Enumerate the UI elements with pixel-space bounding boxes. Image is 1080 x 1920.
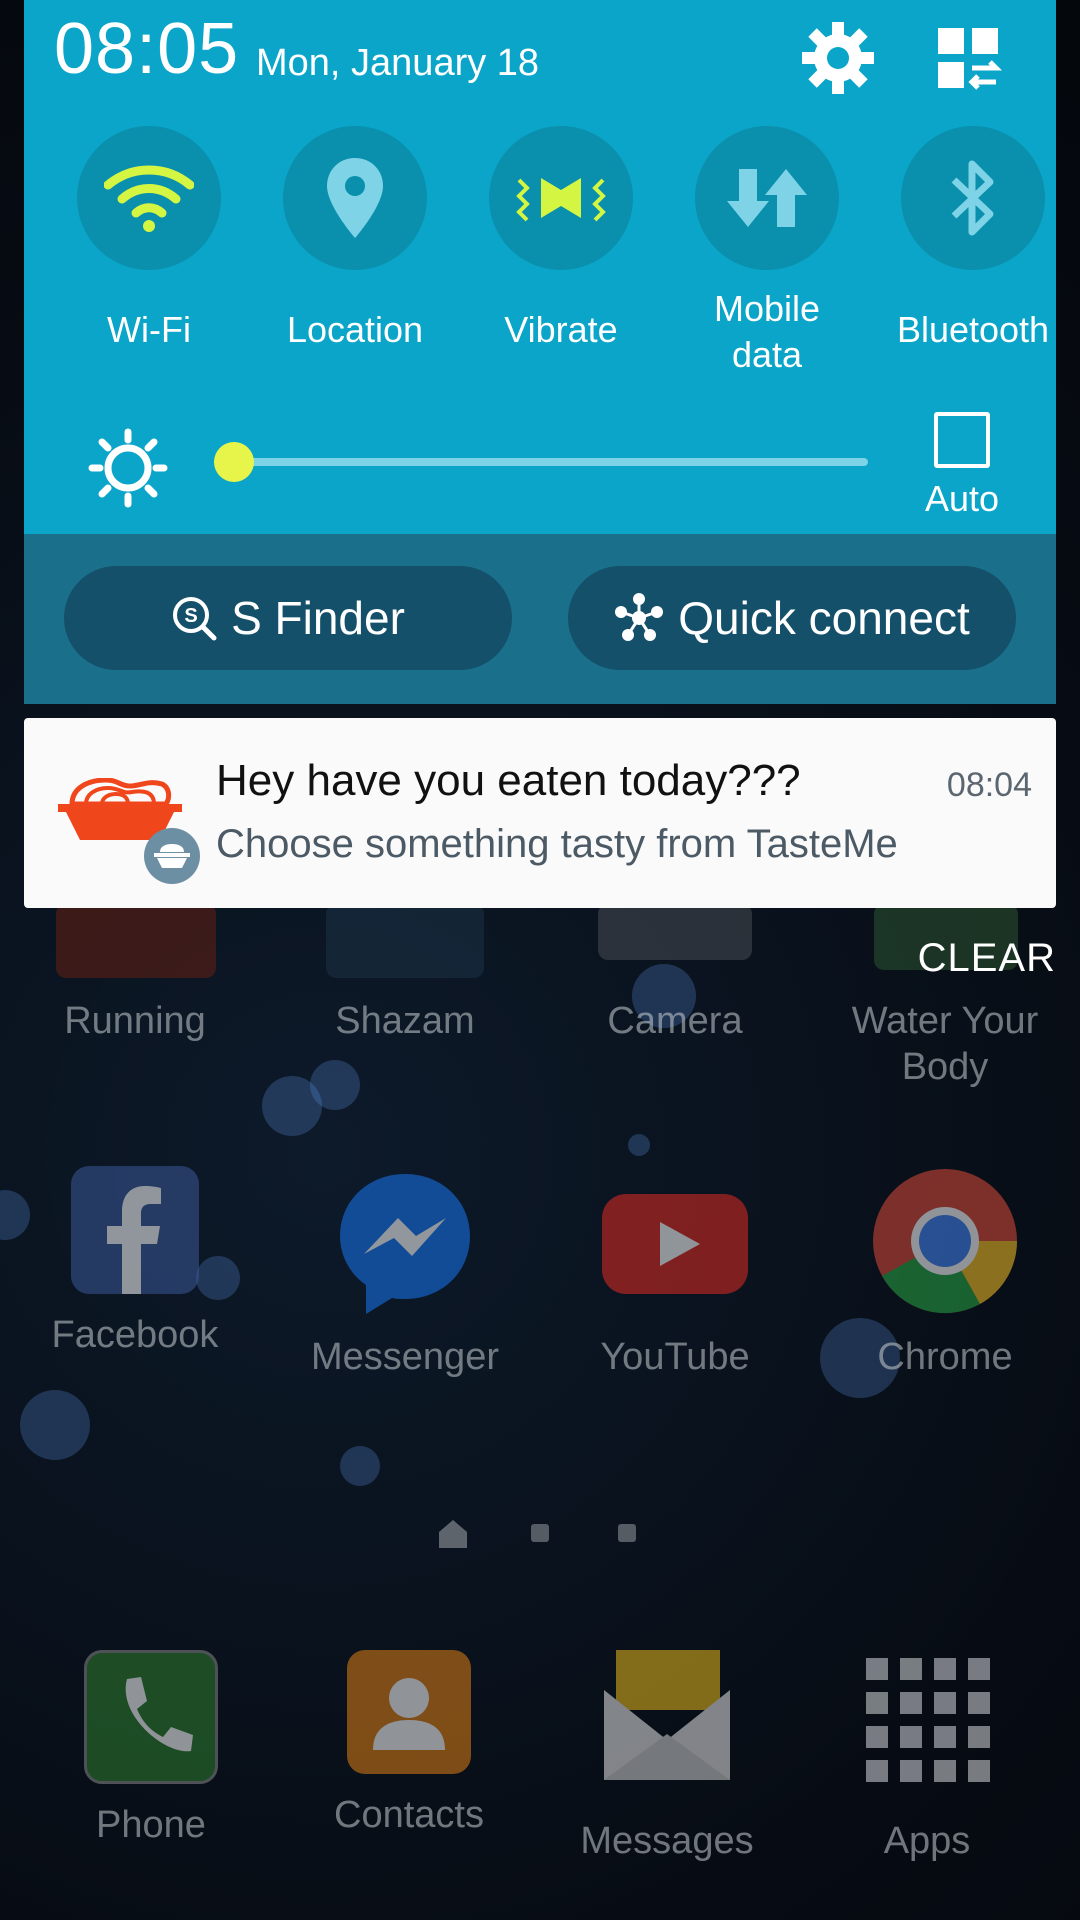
brightness-slider[interactable] xyxy=(213,442,868,482)
youtube-icon xyxy=(600,1166,750,1316)
mobile-data-icon xyxy=(727,169,807,227)
location-icon xyxy=(327,158,383,238)
toggle-label: Wi-Fi xyxy=(107,309,191,350)
notification-title: Hey have you eaten today??? xyxy=(216,756,801,805)
camera-app-icon xyxy=(598,904,752,960)
dock-contacts[interactable]: Contacts xyxy=(294,1650,524,1838)
app-label: Contacts xyxy=(334,1794,484,1836)
app-label: Running xyxy=(64,1000,206,1042)
toggle-circle xyxy=(283,126,427,270)
wallpaper-bokeh xyxy=(20,1390,90,1460)
quick-connect-icon xyxy=(615,593,664,641)
notification-time: 08:04 xyxy=(946,766,1032,804)
app-camera[interactable]: Camera xyxy=(560,980,790,1044)
s-finder-label: S Finder xyxy=(231,592,405,644)
home-page-icon xyxy=(439,1520,467,1548)
page-dot[interactable] xyxy=(618,1524,636,1542)
app-facebook[interactable]: Facebook xyxy=(20,1166,250,1358)
auto-checkbox[interactable] xyxy=(934,412,990,468)
contacts-icon xyxy=(347,1650,471,1774)
toggle-location[interactable]: Location xyxy=(250,126,460,352)
messages-icon xyxy=(592,1650,742,1800)
page-dot[interactable] xyxy=(531,1524,549,1542)
s-finder-button[interactable]: S S Finder xyxy=(64,566,512,670)
phone-icon xyxy=(84,1650,218,1784)
page-indicator xyxy=(0,1518,1080,1548)
slider-track xyxy=(214,458,868,466)
toggle-label: Location xyxy=(286,309,424,350)
app-chrome[interactable]: Chrome xyxy=(830,1166,1060,1380)
app-water-your-body[interactable]: Water Your Body xyxy=(830,980,1060,1090)
toggle-circle xyxy=(695,126,839,270)
toggle-mobile-data[interactable]: Mobile data xyxy=(662,126,872,378)
bluetooth-icon xyxy=(951,160,994,236)
toggle-label: Mobile data xyxy=(713,288,821,375)
wifi-icon xyxy=(104,165,194,232)
clear-notifications-button[interactable]: CLEAR xyxy=(918,936,1056,981)
status-date: Mon, January 18 xyxy=(256,42,540,84)
grid-edit-icon xyxy=(938,28,1003,90)
toggle-label: Vibrate xyxy=(504,309,618,350)
quick-settings-panel: 08:05 Mon, January 18 Wi-Fi Location Vib… xyxy=(24,0,1056,534)
dock-apps[interactable]: Apps xyxy=(812,1650,1042,1864)
toggle-vibrate[interactable]: Vibrate xyxy=(456,126,666,352)
toggle-label: Bluetooth xyxy=(896,309,1050,350)
svg-text:S: S xyxy=(184,605,197,627)
slider-thumb[interactable] xyxy=(213,442,254,482)
chrome-icon xyxy=(870,1166,1020,1316)
dock-messages[interactable]: Messages xyxy=(552,1650,782,1864)
app-shazam[interactable]: Shazam xyxy=(290,980,520,1044)
settings-button[interactable] xyxy=(802,22,874,94)
noodle-bowl-small-icon xyxy=(154,844,190,868)
app-label: Apps xyxy=(883,1820,971,1862)
app-running[interactable]: Running xyxy=(20,980,250,1044)
apps-grid-icon xyxy=(852,1650,1002,1800)
toggle-wifi[interactable]: Wi-Fi xyxy=(44,126,254,352)
wallpaper-bokeh xyxy=(628,1134,650,1156)
messenger-icon xyxy=(330,1166,480,1316)
app-label: Phone xyxy=(96,1804,206,1846)
app-messenger[interactable]: Messenger xyxy=(290,1166,520,1380)
brightness-icon xyxy=(88,428,168,508)
app-label: Camera xyxy=(607,1000,743,1042)
app-label: Messenger xyxy=(311,1336,499,1378)
vibrate-icon xyxy=(516,178,606,222)
app-label: Water Your Body xyxy=(851,1000,1039,1088)
toggle-bluetooth[interactable]: Bluetooth xyxy=(868,126,1078,352)
dock-phone[interactable]: Phone xyxy=(36,1650,266,1848)
app-youtube[interactable]: YouTube xyxy=(560,1166,790,1380)
toggle-circle xyxy=(489,126,633,270)
s-finder-icon: S xyxy=(173,597,217,641)
app-label: YouTube xyxy=(600,1336,750,1378)
running-app-icon xyxy=(56,904,216,978)
notification-card[interactable]: Hey have you eaten today??? Choose somet… xyxy=(24,718,1056,908)
edit-quick-settings-button[interactable] xyxy=(936,24,1006,94)
facebook-icon xyxy=(71,1166,199,1294)
wallpaper-bokeh xyxy=(340,1446,380,1486)
auto-brightness-toggle[interactable]: Auto xyxy=(904,412,1020,520)
gear-icon xyxy=(802,22,874,94)
app-label: Chrome xyxy=(877,1336,1013,1378)
app-badge xyxy=(144,828,200,884)
toggle-circle xyxy=(901,126,1045,270)
quick-connect-label: Quick connect xyxy=(678,592,970,644)
shade-actions-bar: S S Finder Quick connect xyxy=(24,534,1056,704)
notification-text: Choose something tasty from TasteMe xyxy=(216,822,898,866)
auto-label: Auto xyxy=(924,478,1000,519)
status-clock: 08:05 xyxy=(54,9,240,89)
wallpaper-bokeh xyxy=(310,1060,360,1110)
app-label: Messages xyxy=(580,1820,754,1862)
quick-connect-button[interactable]: Quick connect xyxy=(568,566,1016,670)
toggle-circle xyxy=(77,126,221,270)
shazam-app-icon xyxy=(326,904,484,978)
app-label: Facebook xyxy=(51,1314,219,1356)
app-label: Shazam xyxy=(335,1000,475,1042)
